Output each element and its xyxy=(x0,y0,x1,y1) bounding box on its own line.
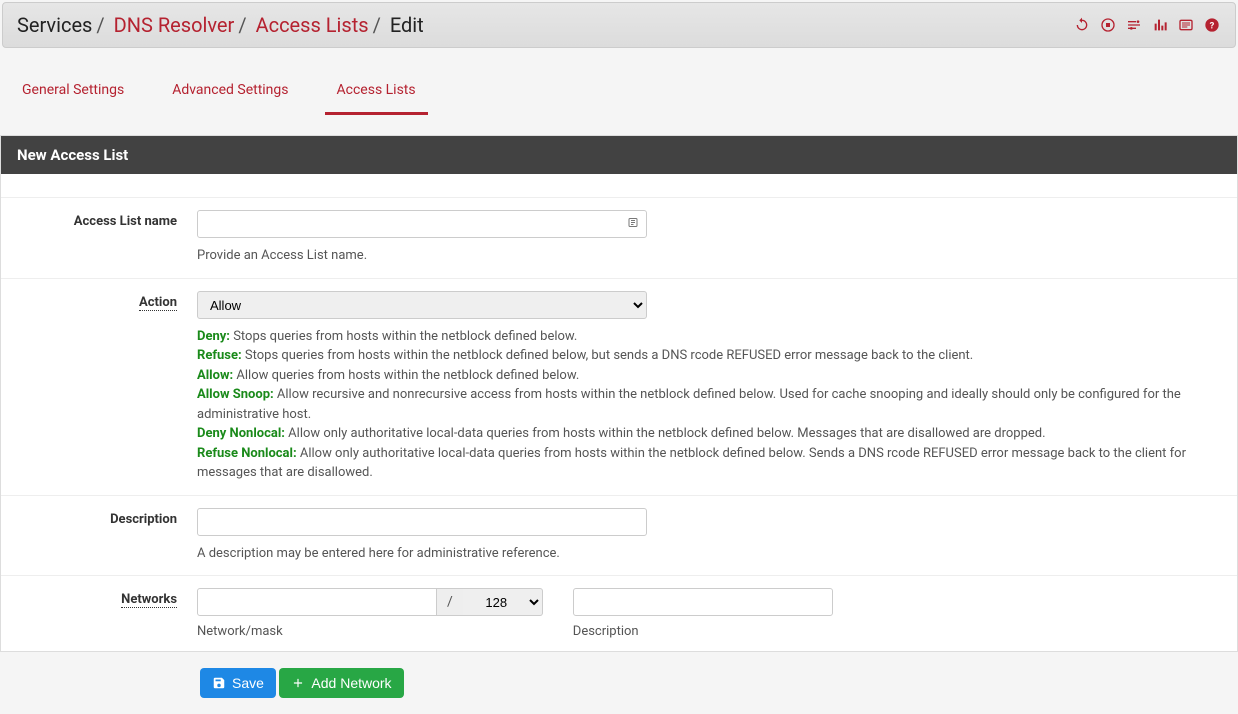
network-slash: / xyxy=(437,588,463,616)
page-header: Services/ DNS Resolver/ Access Lists/ Ed… xyxy=(2,2,1236,48)
log-icon[interactable] xyxy=(1177,16,1195,34)
network-mask-select[interactable]: 128 xyxy=(463,588,543,616)
svg-text:?: ? xyxy=(1210,20,1215,31)
acl-name-help: Provide an Access List name. xyxy=(197,246,1221,266)
restart-service-icon[interactable] xyxy=(1073,16,1091,34)
status-graph-icon[interactable] xyxy=(1151,16,1169,34)
plus-icon xyxy=(291,676,305,690)
row-description: Description A description may be entered… xyxy=(1,496,1237,577)
acl-name-input[interactable] xyxy=(197,210,647,238)
action-select[interactable]: Allow xyxy=(197,291,647,319)
panel-spacer xyxy=(1,174,1237,198)
breadcrumb-current: Edit xyxy=(390,13,424,37)
network-sublabel: Network/mask xyxy=(197,624,543,639)
row-acl-name: Access List name Provide an Access List … xyxy=(1,198,1237,279)
save-button[interactable]: Save xyxy=(200,668,276,698)
add-network-button[interactable]: Add Network xyxy=(279,668,403,698)
tab-advanced-settings[interactable]: Advanced Settings xyxy=(160,68,300,115)
action-help: Deny: Stops queries from hosts within th… xyxy=(197,327,1221,483)
network-address-input[interactable] xyxy=(197,588,437,616)
tab-general-settings[interactable]: General Settings xyxy=(10,68,136,115)
breadcrumb-dns-resolver[interactable]: DNS Resolver xyxy=(114,13,235,37)
breadcrumb-access-lists[interactable]: Access Lists xyxy=(256,13,369,37)
breadcrumb: Services/ DNS Resolver/ Access Lists/ Ed… xyxy=(17,13,424,37)
related-settings-icon[interactable] xyxy=(1125,16,1143,34)
label-action: Action xyxy=(17,291,197,483)
description-input[interactable] xyxy=(197,508,647,536)
panel-title: New Access List xyxy=(1,136,1237,174)
network-description-input[interactable] xyxy=(573,588,833,616)
label-acl-name: Access List name xyxy=(17,210,197,266)
label-description: Description xyxy=(17,508,197,564)
help-icon[interactable]: ? xyxy=(1203,16,1221,34)
row-action: Action Allow Deny: Stops queries from ho… xyxy=(1,279,1237,496)
stop-service-icon[interactable] xyxy=(1099,16,1117,34)
breadcrumb-services[interactable]: Services xyxy=(17,13,92,37)
tab-access-lists[interactable]: Access Lists xyxy=(325,68,428,115)
row-networks: Networks / 128 Network/mask Description xyxy=(1,576,1237,651)
save-icon xyxy=(212,676,226,690)
header-actions: ? xyxy=(1073,16,1221,34)
acl-form-panel: New Access List Access List name Provide… xyxy=(0,135,1238,652)
description-help: A description may be entered here for ad… xyxy=(197,544,1221,564)
network-desc-sublabel: Description xyxy=(573,624,833,639)
label-networks: Networks xyxy=(17,588,197,639)
tab-bar: General Settings Advanced Settings Acces… xyxy=(0,68,1238,115)
